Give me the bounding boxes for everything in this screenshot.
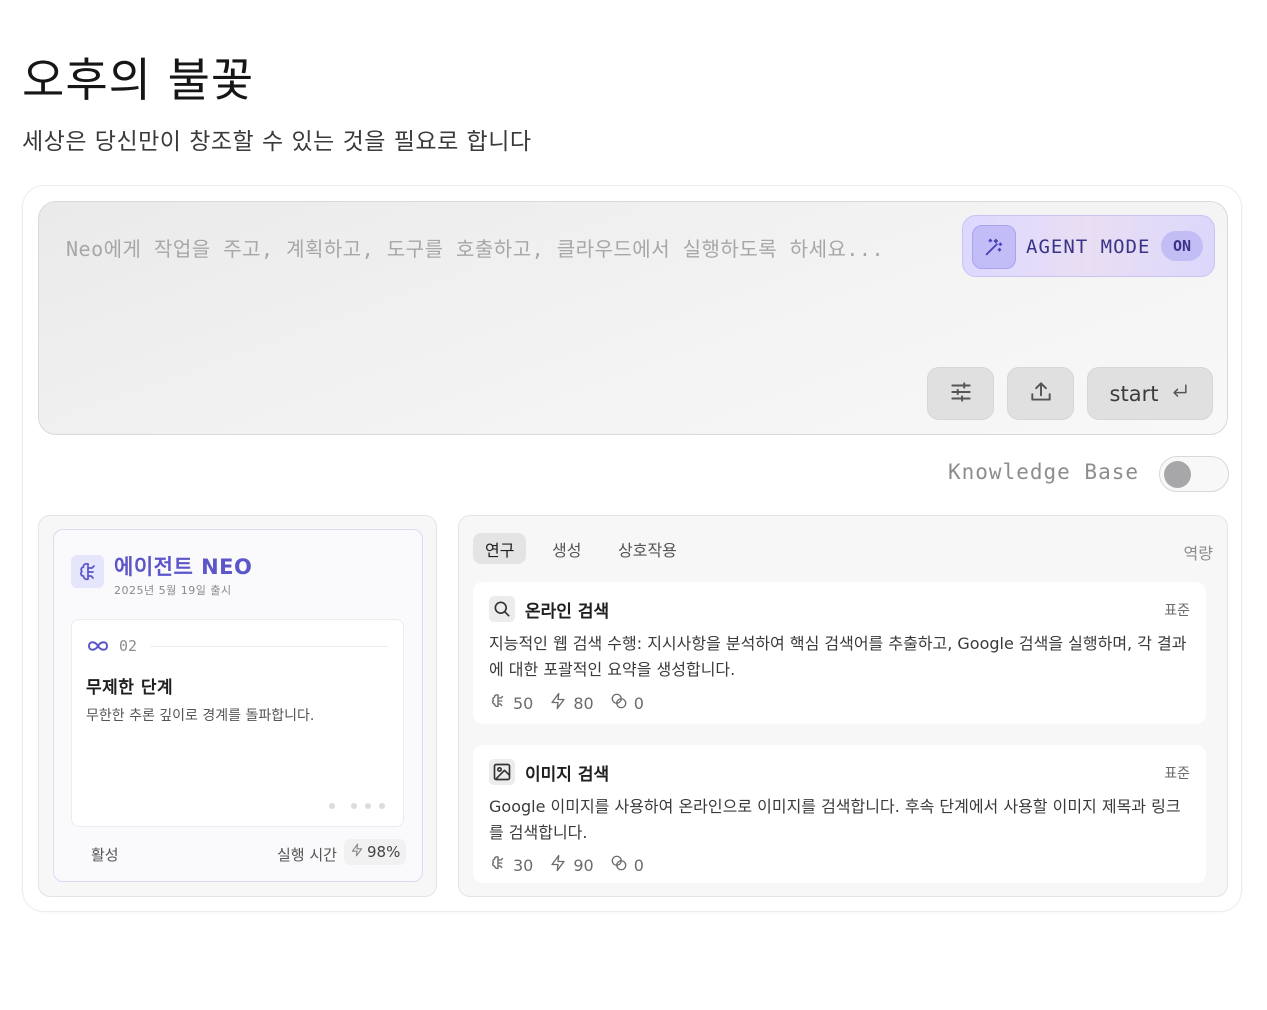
tool-title: 온라인 검색 <box>525 602 610 622</box>
upload-button[interactable] <box>1007 367 1074 420</box>
agent-mode-toggle[interactable]: AGENT MODE ON <box>962 215 1215 277</box>
brain-icon <box>489 692 507 714</box>
step-card: 02 무제한 단계 무한한 추론 깊이로 경계를 돌파합니다. <box>71 619 404 827</box>
speed-score: 80 <box>573 693 594 713</box>
start-button[interactable]: start <box>1087 367 1213 420</box>
lightning-icon <box>350 843 364 861</box>
search-icon <box>489 596 515 622</box>
pagination-dots[interactable] <box>329 803 385 809</box>
step-description: 무한한 추론 깊이로 경계를 돌파합니다. <box>86 708 315 724</box>
prompt-box[interactable]: Neo에게 작업을 주고, 계획하고, 도구를 호출하고, 클라우드에서 실행하… <box>38 201 1228 435</box>
agent-release-date: 2025년 5월 19일 출시 <box>114 584 232 597</box>
cost-score: 0 <box>633 693 644 713</box>
tool-stats: 50 80 0 <box>489 692 644 714</box>
agent-mode-label: AGENT MODE <box>1026 236 1151 258</box>
tab-interaction[interactable]: 상호작용 <box>606 533 689 564</box>
tool-card-online-search[interactable]: 온라인 검색 표준 지능적인 웹 검색 수행: 지시사항을 분석하여 핵심 검색… <box>473 582 1206 724</box>
lightning-icon <box>549 854 567 876</box>
page-title: 오후의 불꽃 <box>22 53 255 107</box>
tool-title: 이미지 검색 <box>525 765 610 785</box>
main-container: Neo에게 작업을 주고, 계획하고, 도구를 호출하고, 클라우드에서 실행하… <box>22 185 1242 912</box>
agent-panel: 에이전트 NEO 2025년 5월 19일 출시 02 무제한 단계 무한한 추… <box>38 515 437 897</box>
tool-card-image-search[interactable]: 이미지 검색 표준 Google 이미지를 사용하여 온라인으로 이미지를 검색… <box>473 745 1206 883</box>
toggle-knob <box>1164 461 1191 488</box>
prompt-input[interactable]: Neo에게 작업을 주고, 계획하고, 도구를 호출하고, 클라우드에서 실행하… <box>66 233 884 262</box>
divider <box>150 646 388 647</box>
brain-score: 50 <box>513 693 534 713</box>
runtime-label: 실행 시간 <box>277 846 337 864</box>
tool-tier-badge: 표준 <box>1164 603 1190 619</box>
infinity-icon <box>86 637 110 659</box>
tool-tier-badge: 표준 <box>1164 766 1190 782</box>
brain-score: 30 <box>513 855 534 875</box>
image-icon <box>489 759 515 785</box>
dot[interactable] <box>329 803 335 809</box>
coins-icon <box>610 692 628 714</box>
agent-card[interactable]: 에이전트 NEO 2025년 5월 19일 출시 02 무제한 단계 무한한 추… <box>53 529 423 882</box>
dot[interactable] <box>351 803 357 809</box>
dot[interactable] <box>379 803 385 809</box>
knowledge-base-toggle[interactable] <box>1159 456 1229 492</box>
tab-research[interactable]: 연구 <box>473 533 527 564</box>
knowledge-base-label: Knowledge Base <box>948 460 1140 484</box>
agent-mode-state-badge: ON <box>1161 231 1203 261</box>
step-number: 02 <box>119 637 138 655</box>
agent-name: 에이전트 NEO <box>114 555 253 579</box>
magic-wand-icon <box>972 225 1016 269</box>
tool-description: 지능적인 웹 검색 수행: 지시사항을 분석하여 핵심 검색어를 추출하고, G… <box>489 634 1187 679</box>
page-subtitle: 세상은 당신만이 창조할 수 있는 것을 필요로 합니다 <box>22 129 532 155</box>
lightning-icon <box>549 692 567 714</box>
tab-generation[interactable]: 생성 <box>540 533 593 564</box>
brain-icon <box>71 555 104 588</box>
dot[interactable] <box>365 803 371 809</box>
runtime-value: 98% <box>367 843 401 861</box>
status-label: 활성 <box>91 846 119 864</box>
tool-stats: 30 90 0 <box>489 854 644 876</box>
cost-score: 0 <box>633 855 644 875</box>
upload-icon <box>1028 379 1054 409</box>
settings-button[interactable] <box>927 367 994 420</box>
start-button-label: start <box>1109 381 1159 406</box>
sliders-icon <box>948 379 974 409</box>
capabilities-panel: 연구 생성 상호작용 역량 온라인 검색 표준 지능적인 웹 검색 수행: 지시… <box>458 515 1228 897</box>
speed-score: 90 <box>573 855 594 875</box>
step-title: 무제한 단계 <box>86 678 174 698</box>
enter-icon <box>1170 381 1190 406</box>
tool-description: Google 이미지를 사용하여 온라인으로 이미지를 검색합니다. 후속 단계… <box>489 797 1181 842</box>
runtime-badge: 98% <box>344 839 407 865</box>
capacity-label: 역량 <box>1183 544 1213 563</box>
coins-icon <box>610 854 628 876</box>
brain-icon <box>489 854 507 876</box>
